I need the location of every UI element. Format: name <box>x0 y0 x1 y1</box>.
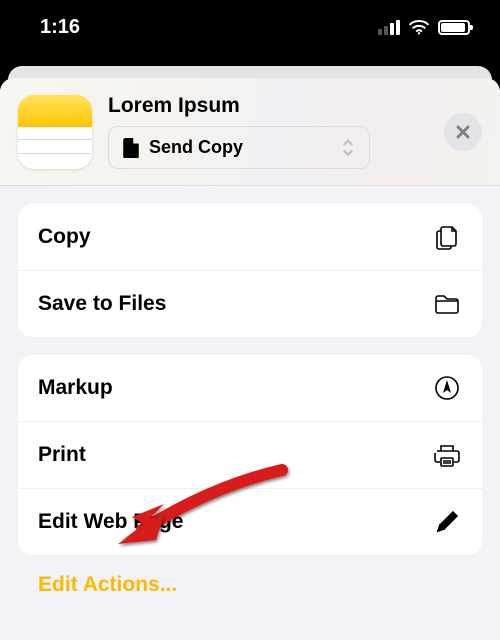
edit-web-page-action[interactable]: Edit Web Page <box>18 488 482 555</box>
markup-icon <box>432 373 462 403</box>
copy-icon <box>432 222 462 252</box>
pencil-icon <box>432 507 462 537</box>
share-header: Lorem Ipsum Send Copy <box>0 78 500 186</box>
share-sheet: Lorem Ipsum Send Copy Copy Save to Files <box>0 78 500 640</box>
save-to-files-action[interactable]: Save to Files <box>18 270 482 337</box>
copy-action[interactable]: Copy <box>18 204 482 270</box>
battery-icon <box>438 20 470 35</box>
status-indicators <box>378 19 470 35</box>
send-copy-dropdown[interactable]: Send Copy <box>108 126 370 169</box>
chevron-up-down-icon <box>341 136 355 159</box>
close-button[interactable] <box>444 113 482 151</box>
action-label: Markup <box>38 376 113 400</box>
action-label: Save to Files <box>38 292 166 316</box>
share-body: Copy Save to Files Markup Print Edit Web… <box>0 204 500 617</box>
action-label: Edit Web Page <box>38 510 183 534</box>
action-group-1: Copy Save to Files <box>18 204 482 337</box>
notes-app-icon <box>18 95 92 169</box>
action-label: Print <box>38 443 86 467</box>
status-bar: 1:16 <box>0 0 500 54</box>
wifi-icon <box>408 19 430 35</box>
document-icon <box>123 138 139 158</box>
folder-icon <box>432 289 462 319</box>
dropdown-label: Send Copy <box>149 137 331 158</box>
cellular-signal-icon <box>378 20 400 35</box>
print-action[interactable]: Print <box>18 421 482 488</box>
action-group-2: Markup Print Edit Web Page <box>18 355 482 555</box>
markup-action[interactable]: Markup <box>18 355 482 421</box>
edit-actions-link[interactable]: Edit Actions... <box>18 555 482 597</box>
action-label: Copy <box>38 225 91 249</box>
printer-icon <box>432 440 462 470</box>
share-title: Lorem Ipsum <box>108 94 428 118</box>
status-time: 1:16 <box>40 16 80 39</box>
close-icon <box>455 124 471 140</box>
